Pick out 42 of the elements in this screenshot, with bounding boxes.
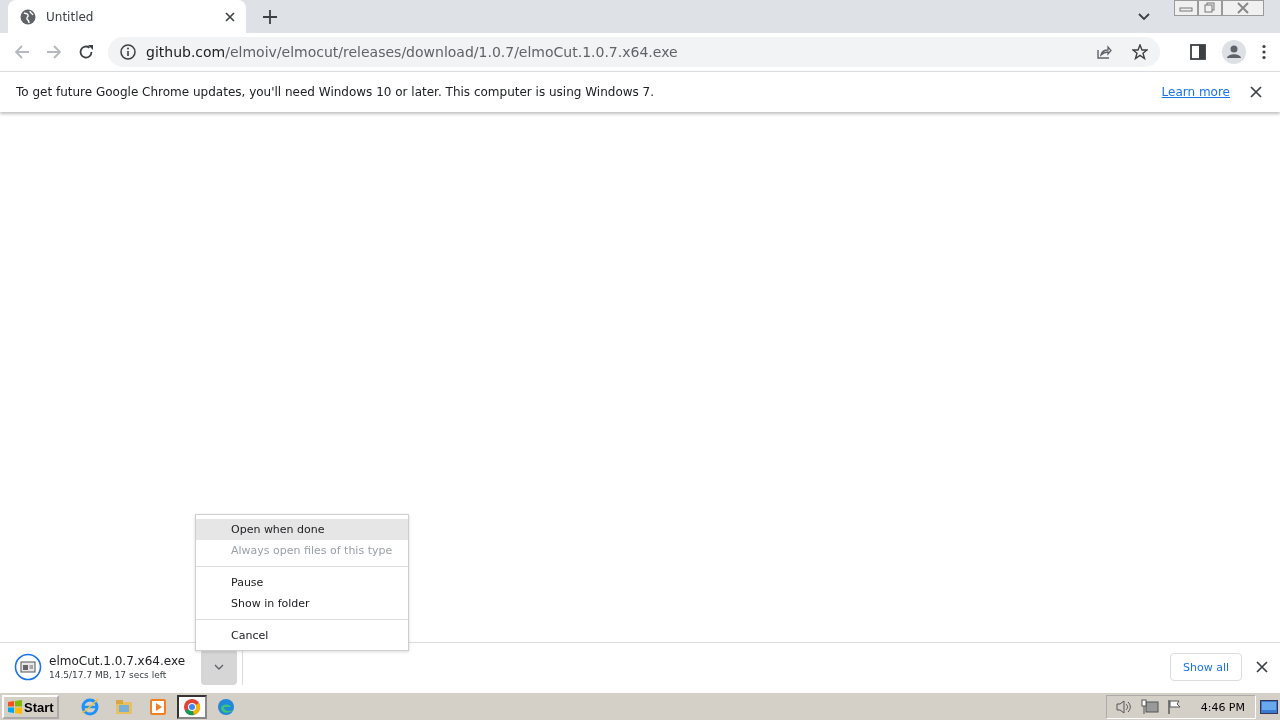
browser-icon: [79, 697, 100, 717]
menu-icon[interactable]: [1262, 44, 1266, 60]
show-desktop-icon[interactable]: [1260, 700, 1278, 714]
profile-icon[interactable]: [1222, 40, 1246, 64]
clock: 4:46 PM: [1200, 700, 1245, 714]
folder-icon: [113, 697, 134, 717]
taskbar-app-button[interactable]: [176, 695, 207, 719]
close-icon[interactable]: [224, 10, 236, 23]
chrome-icon: [181, 697, 202, 717]
reload-icon[interactable]: [78, 44, 94, 60]
restore-icon[interactable]: [1198, 0, 1222, 16]
chevron-down-icon: [214, 664, 224, 670]
menu-item[interactable]: Cancel: [196, 625, 408, 646]
network-icon[interactable]: [1140, 699, 1159, 715]
side-panel-icon[interactable]: [1190, 44, 1206, 60]
menu-item[interactable]: Open when done: [196, 519, 408, 540]
show-all-button[interactable]: Show all: [1169, 653, 1242, 681]
globe-icon: [20, 8, 36, 25]
chevron-down-icon[interactable]: [1138, 12, 1150, 21]
info-icon: [120, 44, 136, 60]
infobar-message: To get future Google Chrome updates, you'll need Windows 10 or later. This computer is using Windows 7.: [16, 85, 655, 99]
browser-tab[interactable]: Untitled: [8, 0, 246, 33]
speaker-icon[interactable]: [1114, 699, 1133, 715]
edge-icon: [215, 697, 236, 717]
new-tab-icon[interactable]: [263, 9, 277, 24]
download-status: 14.5/17.7 MB, 17 secs left: [49, 670, 168, 680]
media-player-icon: [147, 697, 168, 717]
start-button[interactable]: Start: [2, 695, 59, 719]
star-icon[interactable]: [1132, 44, 1148, 60]
share-icon[interactable]: [1096, 44, 1112, 60]
address-bar[interactable]: github.com/elmoiv/elmocut/releases/download/1.0.7/elmoCut.1.0.7.x64.exe: [108, 37, 1160, 67]
close-icon[interactable]: [1250, 86, 1262, 98]
close-icon[interactable]: [1256, 661, 1268, 673]
flag-icon[interactable]: [1166, 699, 1183, 715]
learn-more-link[interactable]: Learn more: [1161, 85, 1230, 99]
tab-title: Untitled: [46, 9, 95, 24]
menu-item[interactable]: Show in folder: [196, 593, 408, 614]
menu-item[interactable]: Pause: [196, 572, 408, 593]
url-text: github.com/elmoiv/elmocut/releases/download/1.0.7/elmoCut.1.0.7.x64.exe: [146, 44, 678, 60]
download-filename: elmoCut.1.0.7.x64.exe: [49, 654, 187, 668]
windows-logo-icon: [7, 699, 23, 715]
file-icon: [14, 653, 42, 681]
